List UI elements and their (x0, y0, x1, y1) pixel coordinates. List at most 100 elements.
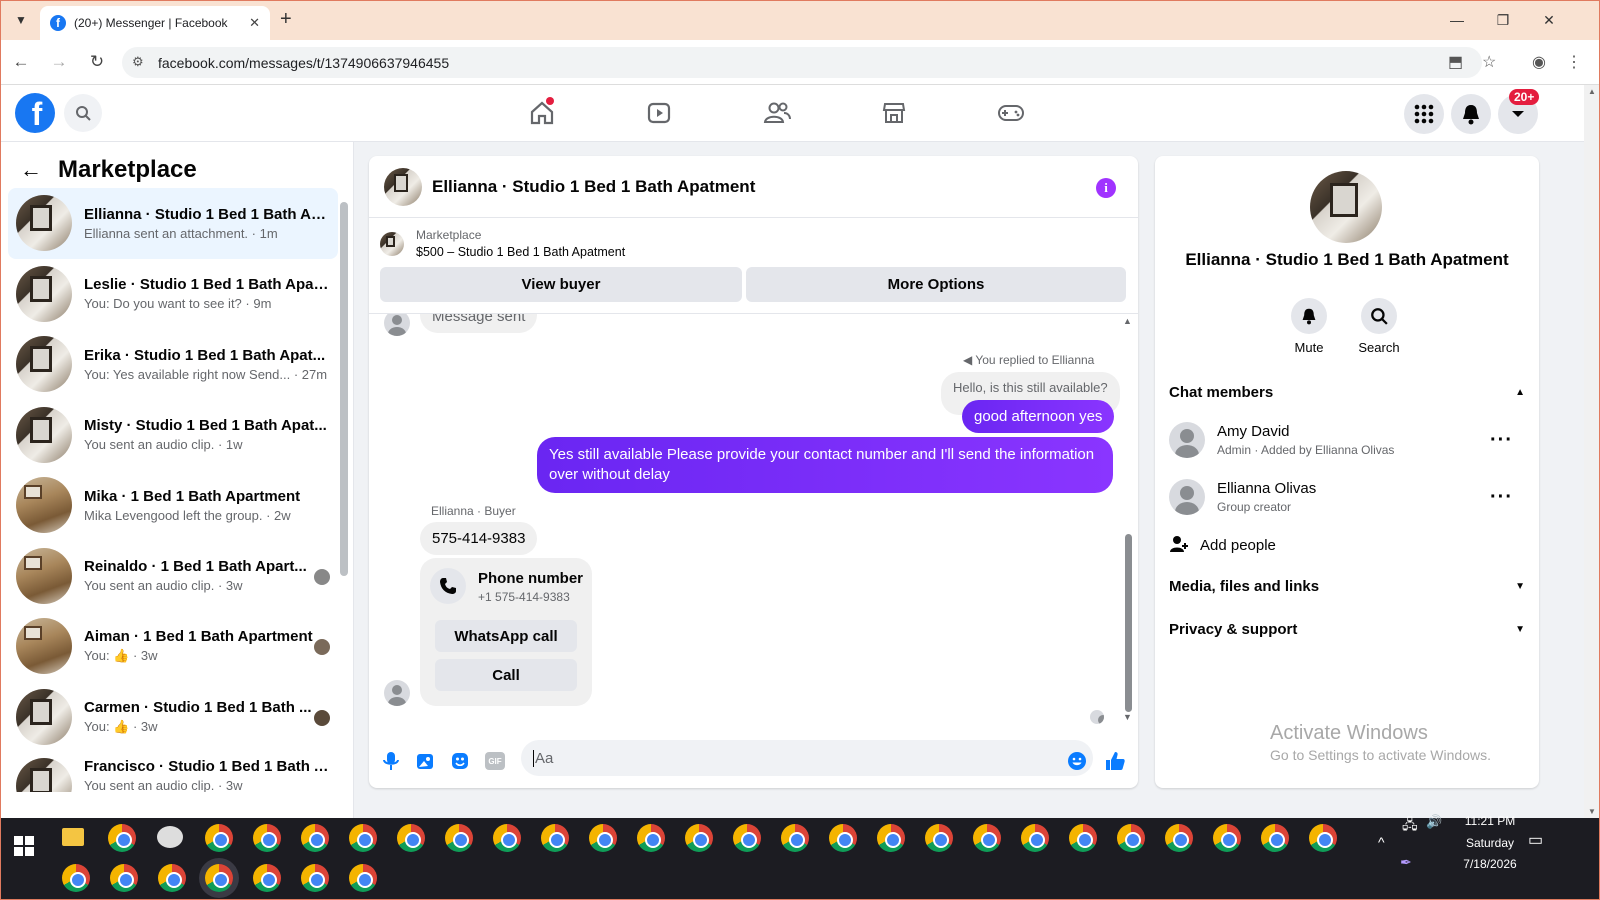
emoji-icon[interactable] (1066, 750, 1088, 772)
tray-expand-icon[interactable]: ^ (1378, 834, 1385, 850)
page-scroll-up-icon[interactable]: ▲ (1584, 87, 1600, 96)
chrome-icon[interactable] (158, 864, 186, 892)
video-icon[interactable] (639, 93, 679, 133)
menu-grid-icon[interactable] (1404, 94, 1444, 134)
chrome-icon[interactable] (301, 824, 329, 852)
gif-icon[interactable]: GIF (484, 750, 506, 772)
chrome-icon[interactable] (637, 824, 665, 852)
chrome-icon[interactable] (733, 824, 761, 852)
chrome-icon[interactable] (1309, 824, 1337, 852)
friends-icon[interactable] (757, 93, 797, 133)
chrome-icon[interactable] (493, 824, 521, 852)
chrome-icon[interactable] (253, 824, 281, 852)
page-scrollbar[interactable]: ▲ ▼ (1584, 85, 1600, 818)
chrome-icon[interactable] (925, 824, 953, 852)
chrome-icon[interactable] (589, 824, 617, 852)
conversation-item[interactable]: Reinaldo · 1 Bed 1 Bath Apart... You sent… (8, 541, 338, 612)
chrome-icon[interactable] (1069, 824, 1097, 852)
chrome-icon[interactable] (110, 864, 138, 892)
sidebar-scrollbar[interactable] (340, 202, 348, 576)
page-scroll-down-icon[interactable]: ▼ (1584, 807, 1600, 816)
network-icon[interactable]: 🖧 (1402, 814, 1418, 838)
chrome-icon[interactable] (685, 824, 713, 852)
conversation-item[interactable]: Ellianna · Studio 1 Bed 1 Bath Ap... Elli… (8, 188, 338, 259)
back-arrow-icon[interactable]: ← (4, 45, 38, 79)
new-tab-plus-icon[interactable]: + (280, 8, 292, 31)
volume-icon[interactable]: 🔊 (1426, 814, 1442, 830)
browser-tab[interactable]: f (20+) Messenger | Facebook ✕ (40, 6, 270, 40)
gaming-icon[interactable] (991, 93, 1031, 133)
media-files-links-toggle[interactable]: Media, files and links ▼ (1169, 578, 1525, 595)
more-options-button[interactable]: More Options (746, 267, 1126, 302)
chrome-icon[interactable] (1117, 824, 1145, 852)
sent-message[interactable]: good afternoon yes (962, 400, 1115, 433)
thumbs-up-icon[interactable] (1104, 750, 1126, 772)
windows-start-icon[interactable] (14, 836, 34, 856)
tab-list-chevron-icon[interactable]: ▼ (6, 5, 36, 35)
chrome-icon[interactable] (205, 824, 233, 852)
scroll-up-icon[interactable]: ▲ (1123, 316, 1132, 326)
chrome-icon[interactable] (349, 864, 377, 892)
chrome-icon[interactable] (1213, 824, 1241, 852)
chrome-icon[interactable] (445, 824, 473, 852)
install-app-icon[interactable]: ⬒ (1448, 52, 1463, 72)
paint-icon[interactable] (157, 826, 183, 848)
sent-message[interactable]: Yes still available Please provide your … (537, 437, 1113, 493)
facebook-logo-icon[interactable]: f (15, 93, 55, 133)
chat-members-toggle[interactable]: Chat members ▲ (1169, 384, 1525, 401)
whatsapp-call-button[interactable]: WhatsApp call (435, 620, 577, 652)
member-row[interactable]: Ellianna Olivas Group creator ··· (1169, 479, 1525, 515)
search-in-conversation-button[interactable]: Search (1349, 298, 1409, 355)
chrome-icon[interactable] (877, 824, 905, 852)
chrome-icon[interactable] (108, 824, 136, 852)
reload-icon[interactable]: ↻ (80, 45, 114, 79)
conversation-item[interactable]: Carmen · Studio 1 Bed 1 Bath ... You: 👍 ·… (8, 682, 338, 753)
listing-title[interactable]: $500 – Studio 1 Bed 1 Bath Apatment (416, 245, 625, 259)
conversation-item[interactable]: Misty · Studio 1 Bed 1 Bath Apat... You s… (8, 400, 338, 471)
thread-scrollbar[interactable] (1125, 534, 1132, 712)
chrome-icon[interactable] (349, 824, 377, 852)
minimize-icon[interactable]: — (1434, 0, 1480, 40)
back-arrow-icon[interactable]: ← (20, 157, 42, 183)
chrome-icon[interactable] (62, 864, 90, 892)
chrome-icon[interactable] (397, 824, 425, 852)
chat-title[interactable]: Ellianna · Studio 1 Bed 1 Bath Apatment (432, 177, 755, 197)
info-icon[interactable]: i (1096, 178, 1116, 198)
chrome-icon[interactable] (541, 824, 569, 852)
browser-menu-icon[interactable]: ⋮ (1566, 52, 1582, 72)
clock[interactable]: 11:21 PM Saturday 7/18/2026 (1452, 814, 1528, 871)
notifications-bell-icon[interactable] (1451, 94, 1491, 134)
restore-icon[interactable]: ❐ (1480, 0, 1526, 40)
conversation-item[interactable]: Francisco · Studio 1 Bed 1 Bath A... You … (8, 752, 338, 792)
add-people-button[interactable]: Add people (1169, 534, 1525, 557)
member-row[interactable]: Amy David Admin · Added by Ellianna Oliv… (1169, 422, 1525, 458)
view-buyer-button[interactable]: View buyer (380, 267, 742, 302)
pen-icon[interactable]: ✒ (1400, 854, 1412, 871)
mute-button[interactable]: Mute (1279, 298, 1339, 355)
home-icon[interactable] (522, 93, 562, 133)
conversation-item[interactable]: Erika · Studio 1 Bed 1 Bath Apat... You: … (8, 329, 338, 400)
chrome-icon-active[interactable] (205, 864, 233, 892)
chrome-icon[interactable] (829, 824, 857, 852)
chrome-icon[interactable] (1165, 824, 1193, 852)
search-icon[interactable] (64, 94, 102, 132)
received-message[interactable]: 575-414-9383 (420, 522, 538, 555)
call-button[interactable]: Call (435, 659, 577, 691)
conversation-item[interactable]: Mika · 1 Bed 1 Bath Apartment Mika Leveng… (8, 470, 338, 541)
profile-icon[interactable]: ◉ (1532, 52, 1546, 72)
more-dots-icon[interactable]: ··· (1490, 429, 1513, 452)
marketplace-icon[interactable] (874, 93, 914, 133)
tab-close-icon[interactable]: ✕ (249, 15, 260, 31)
action-center-icon[interactable]: ▭ (1528, 830, 1543, 850)
bookmark-star-icon[interactable]: ☆ (1482, 52, 1496, 72)
file-explorer-icon[interactable] (62, 828, 84, 846)
message-input[interactable]: Aa (521, 740, 1093, 776)
conversation-item[interactable]: Aiman · 1 Bed 1 Bath Apartment You: 👍 · 3… (8, 611, 338, 682)
forward-arrow-icon[interactable]: → (42, 45, 76, 79)
conversation-item[interactable]: Leslie · Studio 1 Bed 1 Bath Apat... You:… (8, 259, 338, 330)
window-close-icon[interactable]: ✕ (1526, 0, 1572, 40)
chat-avatar[interactable] (384, 167, 422, 206)
chrome-icon[interactable] (1021, 824, 1049, 852)
chrome-icon[interactable] (253, 864, 281, 892)
chrome-icon[interactable] (781, 824, 809, 852)
